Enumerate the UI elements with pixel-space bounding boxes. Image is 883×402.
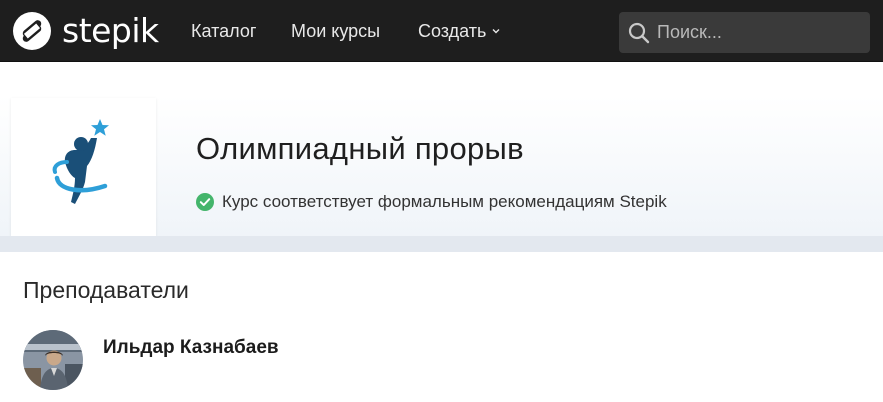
stepik-logo[interactable]: stepik bbox=[12, 11, 159, 51]
search-input[interactable] bbox=[657, 22, 857, 43]
logo-text: stepik bbox=[62, 11, 159, 50]
header-divider bbox=[0, 236, 883, 252]
nav-catalog[interactable]: Каталог bbox=[191, 20, 256, 42]
search-icon bbox=[628, 22, 650, 43]
user-avatar[interactable] bbox=[23, 330, 83, 390]
chevron-down-icon bbox=[492, 29, 500, 34]
nav-my-courses[interactable]: Мои курсы bbox=[291, 20, 380, 42]
course-cover[interactable] bbox=[11, 98, 156, 236]
nav-create-dropdown[interactable]: Создать bbox=[418, 20, 501, 42]
stepik-logo-icon bbox=[13, 12, 51, 50]
instructor-item[interactable]: Ильдар Казнабаев bbox=[23, 330, 279, 390]
top-navbar: stepik Каталог Мои курсы Создать bbox=[0, 0, 883, 62]
instructors-heading: Преподаватели bbox=[23, 277, 189, 303]
compliance-badge: Курс соответствует формальным рекомендац… bbox=[196, 192, 667, 212]
nav-create-label: Создать bbox=[418, 21, 487, 41]
athlete-star-icon bbox=[52, 119, 109, 204]
course-header: Олимпиадный прорыв Курс соответствует фо… bbox=[0, 96, 883, 252]
avatar-photo bbox=[23, 330, 83, 390]
search-box[interactable] bbox=[619, 12, 870, 53]
compliance-text: Курс соответствует формальным рекомендац… bbox=[222, 192, 667, 211]
check-circle-icon bbox=[196, 193, 214, 211]
course-title: Олимпиадный прорыв bbox=[196, 131, 524, 166]
instructor-name[interactable]: Ильдар Казнабаев bbox=[103, 336, 279, 360]
navbar-spacer bbox=[0, 62, 883, 96]
